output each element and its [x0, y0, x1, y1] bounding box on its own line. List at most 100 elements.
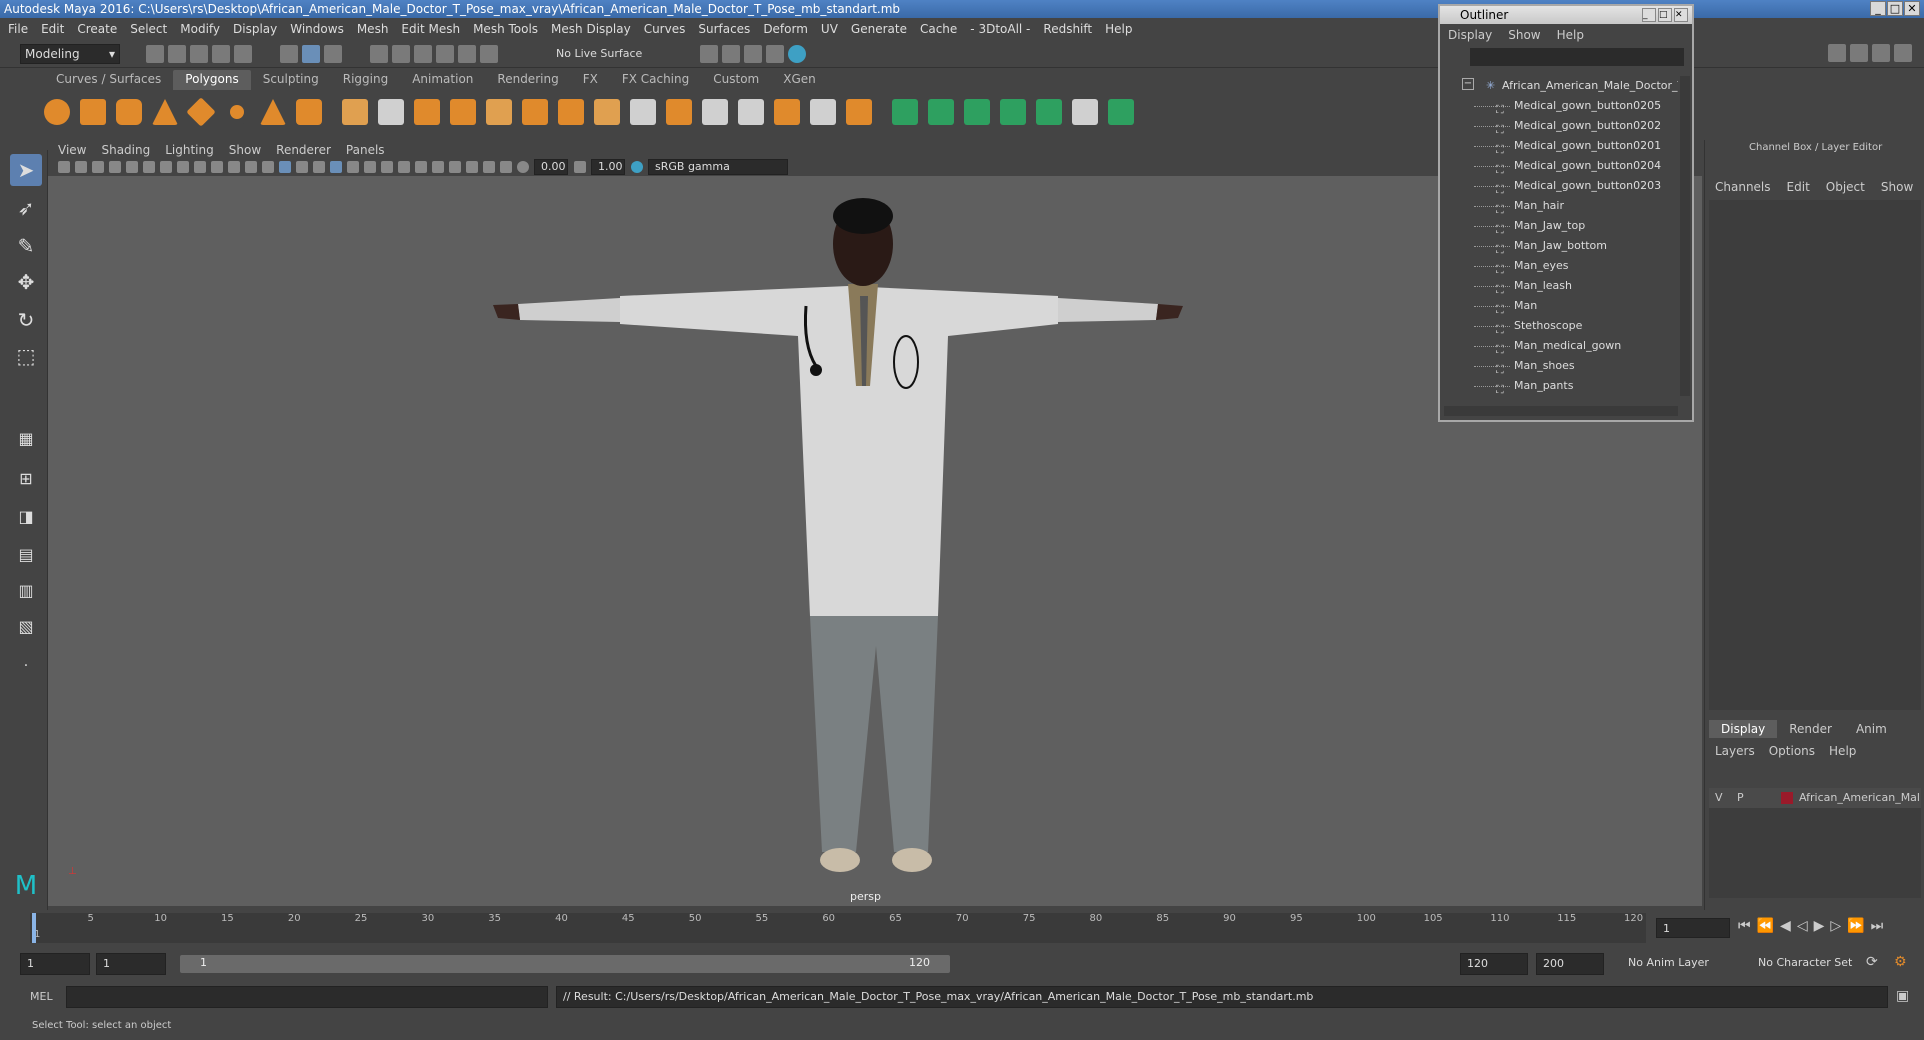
open-scene-icon[interactable]	[168, 45, 186, 63]
smooth-icon[interactable]	[450, 99, 476, 125]
anim-start-field[interactable]: 1	[20, 953, 90, 975]
menu-edit-mesh[interactable]: Edit Mesh	[401, 22, 460, 36]
range-start-field[interactable]: 1	[96, 953, 166, 975]
fill-hole-icon[interactable]	[666, 99, 692, 125]
outliner-item[interactable]: ⛶ Medical_gown_button0204	[1444, 156, 1678, 176]
poly-cylinder-icon[interactable]	[116, 99, 142, 125]
shelf-tab-rigging[interactable]: Rigging	[331, 70, 400, 90]
new-scene-icon[interactable]	[146, 45, 164, 63]
four-view-icon[interactable]: ⊞	[10, 462, 42, 494]
textured-icon[interactable]	[330, 161, 342, 173]
close-button[interactable]: ✕	[1904, 1, 1920, 16]
render-view-icon[interactable]	[700, 45, 718, 63]
select-hierarchy-icon[interactable]	[280, 45, 298, 63]
gamma-field[interactable]: 1.00	[591, 159, 625, 175]
outliner-item[interactable]: ⛶ Medical_gown_button0205	[1444, 96, 1678, 116]
layer-tab-display[interactable]: Display	[1709, 720, 1778, 738]
shelf-tab-fx-caching[interactable]: FX Caching	[610, 70, 701, 90]
mirror-icon[interactable]	[522, 99, 548, 125]
move-tool-icon[interactable]: ✥	[10, 266, 42, 298]
snap-point-icon[interactable]	[414, 45, 432, 63]
uv-layout-icon[interactable]	[1108, 99, 1134, 125]
snap-grid-icon[interactable]	[370, 45, 388, 63]
layer-color-swatch[interactable]	[1781, 792, 1793, 804]
viewport-menu-show[interactable]: Show	[229, 143, 261, 157]
menu-curves[interactable]: Curves	[644, 22, 686, 36]
outliner-menu-display[interactable]: Display	[1448, 28, 1492, 42]
shelf-tab-sculpting[interactable]: Sculpting	[251, 70, 331, 90]
layer-name[interactable]: African_American_Mal	[1799, 788, 1920, 808]
checker-icon[interactable]	[1072, 99, 1098, 125]
hypershade-icon[interactable]	[788, 45, 806, 63]
anim-end-field[interactable]: 200	[1536, 953, 1604, 975]
resolution-gate-icon[interactable]	[177, 161, 189, 173]
channel-menu-object[interactable]: Object	[1826, 180, 1865, 194]
single-view-icon[interactable]: ▦	[10, 422, 42, 454]
outliner-vscrollbar[interactable]	[1680, 76, 1690, 396]
outliner-item[interactable]: ⛶ Man_medical_gown	[1444, 336, 1678, 356]
channel-menu-show[interactable]: Show	[1881, 180, 1913, 194]
grease-pencil-icon[interactable]	[126, 161, 138, 173]
step-forward-frame-icon[interactable]: ▷	[1830, 918, 1841, 934]
viewport-menu-shading[interactable]: Shading	[101, 143, 150, 157]
target-weld-icon[interactable]	[738, 99, 764, 125]
menu-mesh[interactable]: Mesh	[357, 22, 389, 36]
character-set-dropdown[interactable]: No Character Set	[1758, 956, 1852, 969]
viewport-menu-renderer[interactable]: Renderer	[276, 143, 331, 157]
film-gate-icon[interactable]	[160, 161, 172, 173]
viewport-menu-lighting[interactable]: Lighting	[165, 143, 214, 157]
safe-action-icon[interactable]	[228, 161, 240, 173]
outliner-item[interactable]: ⛶ Stethoscope	[1444, 316, 1678, 336]
menu-edit[interactable]: Edit	[41, 22, 64, 36]
ipr-render-icon[interactable]	[744, 45, 762, 63]
bookmark-icon[interactable]	[92, 161, 104, 173]
tool-settings-icon[interactable]	[1872, 44, 1890, 62]
maximize-button[interactable]: □	[1887, 1, 1903, 16]
shelf-tab-animation[interactable]: Animation	[400, 70, 485, 90]
channel-box-icon[interactable]	[1894, 44, 1912, 62]
snap-view-icon[interactable]	[436, 45, 454, 63]
snap-surface-icon[interactable]	[458, 45, 476, 63]
gate-mask-icon[interactable]	[194, 161, 206, 173]
uv-cylindrical-icon[interactable]	[928, 99, 954, 125]
menu-3dtoall[interactable]: - 3DtoAll -	[970, 22, 1030, 36]
color-space-dropdown[interactable]: sRGB gamma	[648, 159, 788, 175]
rotate-tool-icon[interactable]: ↻	[10, 304, 42, 336]
range-end-field[interactable]: 120	[1460, 953, 1528, 975]
wireframe-icon[interactable]	[262, 161, 274, 173]
outliner-item[interactable]: ⛶ Man_Jaw_top	[1444, 216, 1678, 236]
outliner-item[interactable]: ⛶ Man_Jaw_bottom	[1444, 236, 1678, 256]
collapse-icon[interactable]: −	[1462, 78, 1474, 90]
menu-create[interactable]: Create	[77, 22, 117, 36]
outliner-item[interactable]: ⛶ Man_hair	[1444, 196, 1678, 216]
outliner-item[interactable]: ⛶ Man_shoes	[1444, 356, 1678, 376]
shelf-tab-custom[interactable]: Custom	[701, 70, 771, 90]
menu-mesh-display[interactable]: Mesh Display	[551, 22, 631, 36]
use-all-lights-icon[interactable]	[347, 161, 359, 173]
exposure-field[interactable]: 0.00	[534, 159, 568, 175]
menu-redshift[interactable]: Redshift	[1043, 22, 1092, 36]
scale-tool-icon[interactable]: ⬚	[10, 340, 42, 372]
grid-icon[interactable]	[143, 161, 155, 173]
menu-modify[interactable]: Modify	[180, 22, 220, 36]
preferences-icon[interactable]: ⚙	[1894, 954, 1907, 970]
uv-planar-icon[interactable]	[892, 99, 918, 125]
uv-editor-icon[interactable]	[1036, 99, 1062, 125]
isolate-select-icon[interactable]	[449, 161, 461, 173]
outliner-root-item[interactable]: − ✳ African_American_Male_Doctor_T_	[1444, 76, 1678, 96]
select-component-icon[interactable]	[324, 45, 342, 63]
extract-icon[interactable]	[414, 99, 440, 125]
current-frame-field[interactable]: 1	[1656, 918, 1730, 938]
camera-attr-icon[interactable]	[75, 161, 87, 173]
channel-menu-edit[interactable]: Edit	[1787, 180, 1810, 194]
mode-selector[interactable]: Modeling ▾	[20, 44, 120, 64]
safe-title-icon[interactable]	[245, 161, 257, 173]
menu-generate[interactable]: Generate	[851, 22, 907, 36]
layer-row[interactable]: V P African_American_Mal	[1709, 788, 1921, 808]
go-to-end-icon[interactable]: ⏭	[1871, 918, 1884, 934]
snap-curve-icon[interactable]	[392, 45, 410, 63]
outliner-item[interactable]: ⛶ Man_pants	[1444, 376, 1678, 396]
use-default-material-icon[interactable]	[296, 161, 308, 173]
step-back-frame-icon[interactable]: ◀	[1780, 918, 1791, 934]
layer-visibility[interactable]: V	[1715, 788, 1723, 808]
